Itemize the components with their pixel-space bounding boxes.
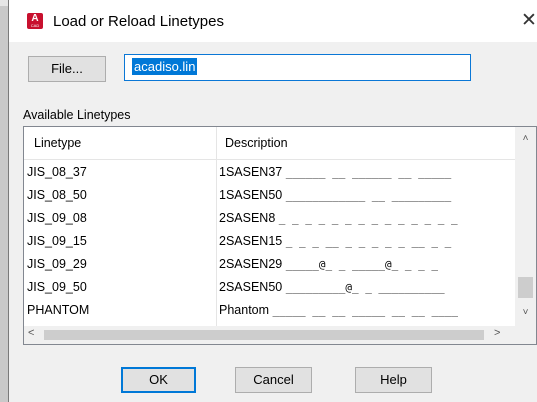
linetype-description: 1SASEN50 ____________ __ _________ <box>219 184 451 207</box>
close-icon[interactable]: ✕ <box>521 8 537 34</box>
cancel-button[interactable]: Cancel <box>235 367 312 393</box>
linetype-description: 1SASEN37 ______ __ ______ __ _____ <box>219 161 451 184</box>
description-name: 2SASEN29 <box>219 257 283 271</box>
linetype-description: 2SASEN50 _________@_ _ __________ <box>219 276 445 299</box>
title-bar[interactable]: A CAD Load or Reload Linetypes ✕ <box>9 0 537 42</box>
load-linetypes-dialog: A CAD Load or Reload Linetypes ✕ File...… <box>8 0 537 402</box>
linetypes-list[interactable]: Linetype Description JIS_08_37 1SASEN37 … <box>23 126 537 345</box>
available-linetypes-label: Available Linetypes <box>23 108 131 122</box>
filename-value: acadiso.lin <box>132 58 198 75</box>
linetype-name: JIS_08_37 <box>27 165 87 179</box>
list-row[interactable]: JIS_09_50 2SASEN50 _________@_ _ _______… <box>24 276 515 299</box>
column-header-linetype[interactable]: Linetype <box>34 127 81 160</box>
description-name: 1SASEN50 <box>219 188 283 202</box>
linetype-name: JIS_09_29 <box>27 257 87 271</box>
description-pattern: _ _ _ _ _ _ _ _ _ _ _ _ _ _ <box>278 212 458 225</box>
description-name: 2SASEN15 <box>219 234 283 248</box>
list-row[interactable]: JIS_09_08 2SASEN8 _ _ _ _ _ _ _ _ _ _ _ … <box>24 207 515 230</box>
filename-field[interactable]: acadiso.lin <box>124 54 471 81</box>
horizontal-scroll-thumb[interactable] <box>44 330 484 340</box>
description-name: 1SASEN37 <box>219 165 283 179</box>
file-button[interactable]: File... <box>28 56 106 82</box>
list-row[interactable]: JIS_08_37 1SASEN37 ______ __ ______ __ _… <box>24 161 515 184</box>
list-row[interactable]: JIS_09_15 2SASEN15 _ _ _ __ _ _ _ _ _ __… <box>24 230 515 253</box>
description-pattern: _____@_ _ _____@_ _ _ _ <box>285 258 439 271</box>
linetype-description: 2SASEN8 _ _ _ _ _ _ _ _ _ _ _ _ _ _ <box>219 207 458 230</box>
app-icon-subtext: CAD <box>30 23 40 28</box>
description-pattern: _____ __ __ _____ __ __ ____ <box>272 304 458 317</box>
linetype-description: 2SASEN29 _____@_ _ _____@_ _ _ _ <box>219 253 438 276</box>
description-pattern: ______ __ ______ __ _____ <box>285 166 452 179</box>
linetype-name: JIS_09_50 <box>27 280 87 294</box>
autocad-app-icon: A CAD <box>27 13 43 29</box>
description-pattern: _________@_ _ __________ <box>285 281 445 294</box>
description-name: 2SASEN50 <box>219 280 283 294</box>
list-header: Linetype Description <box>24 127 515 160</box>
column-header-description[interactable]: Description <box>225 127 288 160</box>
ok-button[interactable]: OK <box>121 367 196 393</box>
linetype-name: JIS_09_08 <box>27 211 87 225</box>
list-row[interactable]: JIS_08_50 1SASEN50 ____________ __ _____… <box>24 184 515 207</box>
description-pattern: _ _ _ __ _ _ _ _ _ __ _ _ <box>285 235 452 248</box>
linetype-description: Phantom _____ __ __ _____ __ __ ____ <box>219 299 458 322</box>
linetype-name: JIS_08_50 <box>27 188 87 202</box>
scroll-right-icon[interactable]: > <box>494 327 508 343</box>
scroll-down-icon[interactable]: ˅ <box>515 307 536 321</box>
vertical-scroll-thumb[interactable] <box>518 277 533 298</box>
linetype-description: 2SASEN15 _ _ _ __ _ _ _ _ _ __ _ _ <box>219 230 451 253</box>
horizontal-scrollbar[interactable]: < > <box>24 326 515 344</box>
help-button[interactable]: Help <box>355 367 432 393</box>
vertical-scrollbar[interactable]: ˄ ˅ <box>515 127 536 326</box>
description-pattern: ____________ __ _________ <box>285 189 452 202</box>
scrollbar-corner <box>515 326 536 344</box>
linetype-name: PHANTOM <box>27 303 90 317</box>
description-name: Phantom <box>219 303 270 317</box>
list-row[interactable]: PHANTOM Phantom _____ __ __ _____ __ __ … <box>24 299 515 322</box>
dialog-title: Load or Reload Linetypes <box>53 13 224 30</box>
list-row[interactable]: JIS_09_29 2SASEN29 _____@_ _ _____@_ _ _… <box>24 253 515 276</box>
scroll-up-icon[interactable]: ˄ <box>515 133 536 147</box>
description-name: 2SASEN8 <box>219 211 276 225</box>
scroll-left-icon[interactable]: < <box>28 327 42 343</box>
linetype-name: JIS_09_15 <box>27 234 87 248</box>
